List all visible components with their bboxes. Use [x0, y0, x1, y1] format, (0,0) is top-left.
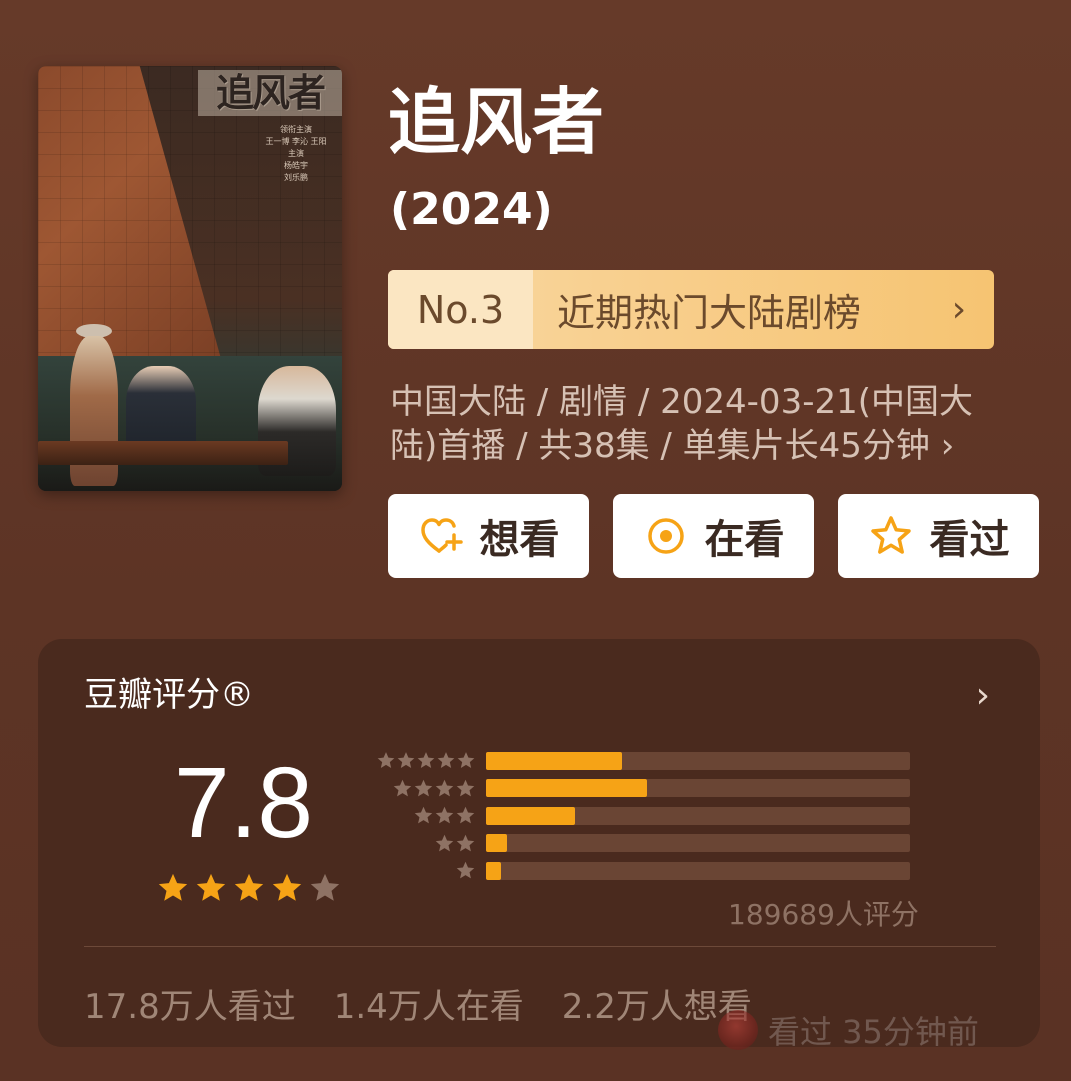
- rating-bar-track: [486, 861, 910, 880]
- watched-button[interactable]: 看过: [838, 494, 1039, 578]
- star-small-icon: [435, 834, 454, 852]
- watching-count[interactable]: 1.4万人在看: [334, 979, 524, 1028]
- ranking-number: No.3: [388, 270, 533, 349]
- rating-bar-track: [486, 751, 910, 770]
- rating-row-1-star: [376, 857, 910, 885]
- action-buttons: 想看 在看 看过: [388, 494, 1039, 578]
- star-filled-icon: [158, 873, 188, 901]
- rating-bar-fill: [486, 834, 508, 853]
- rating-bar-track: [486, 834, 910, 853]
- rating-row-stars: [376, 805, 486, 826]
- poster-desk: [38, 441, 288, 465]
- chevron-right-icon[interactable]: ›: [976, 675, 990, 716]
- rating-title: 豆瓣评分®: [84, 675, 254, 715]
- watermark-logo: [718, 1010, 758, 1050]
- poster-credits: 领衔主演 王一博 李沁 王阳 主演 杨皓宇 刘乐鹏: [256, 124, 336, 184]
- star-outline-icon: [868, 513, 914, 559]
- watermark: 看过 35分钟前: [718, 1007, 979, 1053]
- star-small-icon: [435, 779, 454, 797]
- show-title: 追风者: [388, 80, 605, 164]
- poster-credit-line: 领衔主演: [280, 125, 312, 134]
- watched-label: 看过: [929, 517, 1010, 563]
- star-small-icon: [456, 807, 475, 824]
- rating-card[interactable]: 豆瓣评分® › 7.8 189689人评分 17.8万人看过 1.4万人在看 2…: [38, 639, 1040, 1051]
- show-year: (2024): [390, 184, 553, 235]
- rating-row-stars: [376, 778, 486, 799]
- rating-bar-track: [486, 806, 910, 825]
- poster-credit-line: 王一博 李沁 王阳: [265, 137, 327, 146]
- rating-bar-fill: [486, 861, 501, 880]
- rating-row-5-star: [376, 747, 910, 775]
- heart-plus-icon: [418, 513, 464, 559]
- star-small-icon: [393, 779, 412, 797]
- star-filled-icon: [196, 873, 226, 901]
- star-small-icon: [456, 779, 475, 797]
- want-to-watch-button[interactable]: 想看: [388, 494, 589, 578]
- star-small-icon: [417, 752, 435, 769]
- divider: [84, 946, 996, 947]
- star-small-icon: [437, 752, 455, 769]
- star-small-icon: [457, 752, 475, 769]
- target-icon: [643, 513, 689, 559]
- rating-score: 7.8: [174, 747, 314, 859]
- poster-credit-line: 主演: [288, 149, 304, 158]
- star-empty-icon: [310, 873, 340, 901]
- star-small-icon: [414, 779, 433, 797]
- watching-button[interactable]: 在看: [613, 494, 814, 578]
- rating-bar-fill: [486, 806, 576, 825]
- watching-label: 在看: [704, 517, 785, 563]
- star-small-icon: [456, 862, 475, 879]
- want-to-watch-label: 想看: [479, 517, 560, 563]
- watermark-text: 看过 35分钟前: [768, 1013, 979, 1051]
- rating-bar-track: [486, 779, 910, 798]
- rating-row-stars: [376, 750, 486, 771]
- rating-row-2-star: [376, 830, 910, 858]
- star-small-icon: [397, 752, 415, 769]
- rating-row-stars: [376, 860, 486, 881]
- ranking-badge[interactable]: No.3 近期热门大陆剧榜 ›: [388, 270, 994, 349]
- poster-credit-line: 刘乐鹏: [284, 173, 308, 182]
- star-filled-icon: [272, 873, 302, 901]
- star-small-icon: [414, 807, 433, 824]
- rating-bar-fill: [486, 751, 622, 770]
- poster-credit-line: 杨皓宇: [284, 161, 308, 170]
- rating-count: 189689人评分: [728, 898, 919, 931]
- star-small-icon: [456, 834, 475, 852]
- audience-stats: 17.8万人看过 1.4万人在看 2.2万人想看: [84, 979, 752, 1028]
- poster-title: 追风者: [198, 70, 342, 116]
- poster-image[interactable]: 追风者 领衔主演 王一博 李沁 王阳 主演 杨皓宇 刘乐鹏: [38, 66, 342, 491]
- watched-count[interactable]: 17.8万人看过: [84, 979, 296, 1028]
- star-small-icon: [377, 752, 395, 769]
- rating-bar-fill: [486, 779, 648, 798]
- show-meta-info[interactable]: 中国大陆 / 剧情 / 2024-03-21(中国大陆)首播 / 共38集 / …: [390, 380, 1020, 468]
- star-filled-icon: [234, 873, 264, 901]
- rating-row-4-star: [376, 775, 910, 803]
- chevron-right-icon: ›: [951, 289, 967, 330]
- rating-row-stars: [376, 833, 486, 854]
- rating-row-3-star: [376, 802, 910, 830]
- rating-distribution: [376, 747, 910, 885]
- ranking-label: 近期热门大陆剧榜: [557, 291, 862, 335]
- rating-stars: [156, 871, 342, 905]
- star-small-icon: [435, 807, 454, 824]
